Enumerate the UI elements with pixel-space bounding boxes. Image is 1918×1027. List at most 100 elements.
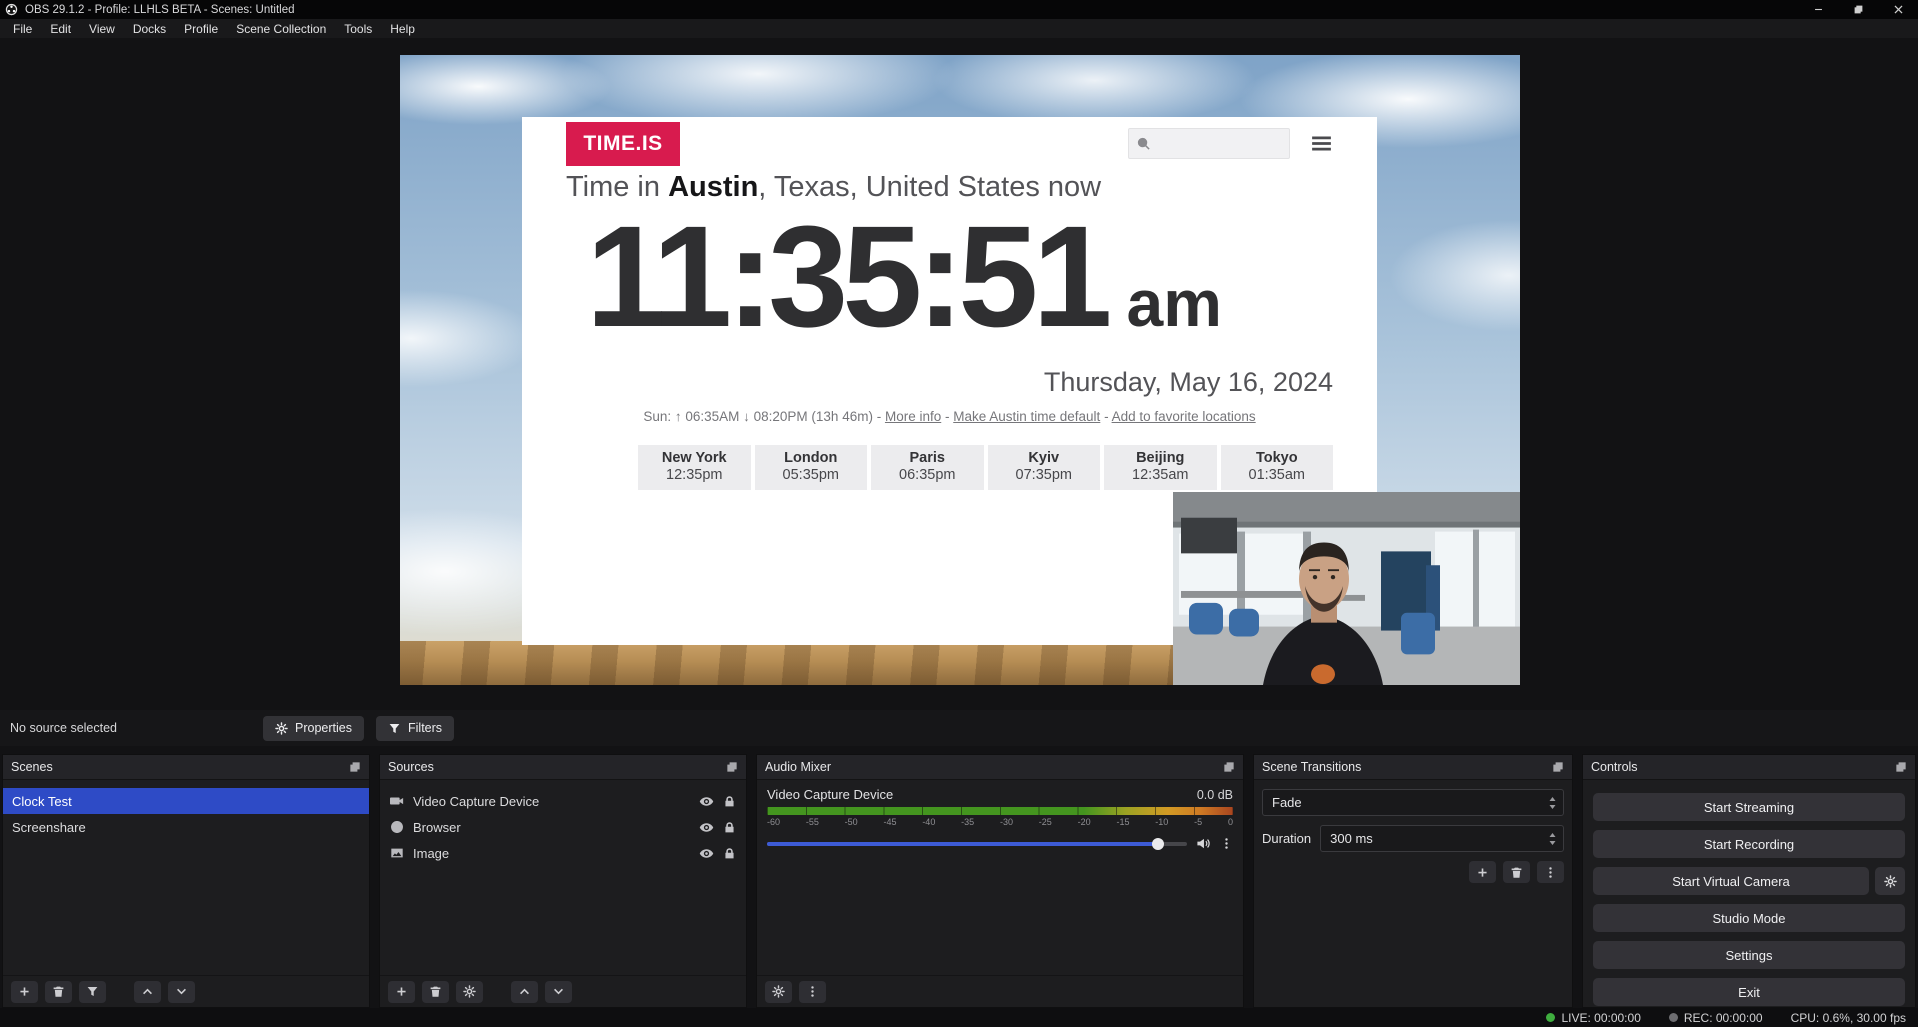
source-item-image[interactable]: Image — [380, 840, 746, 866]
scale-tick: -5 — [1194, 817, 1202, 827]
studio-mode-button[interactable]: Studio Mode — [1593, 904, 1905, 932]
city-name: Beijing — [1104, 450, 1217, 466]
dock-float-icon[interactable] — [726, 761, 738, 773]
source-properties-button[interactable] — [456, 981, 483, 1003]
live-status: LIVE: 00:00:00 — [1546, 1011, 1640, 1025]
dock-float-icon[interactable] — [1552, 761, 1564, 773]
scene-transitions-title: Scene Transitions — [1262, 760, 1361, 774]
volume-slider-handle[interactable] — [1152, 838, 1164, 850]
lock-icon[interactable] — [723, 847, 736, 860]
visibility-eye-icon[interactable] — [699, 846, 714, 861]
scale-tick: 0 — [1228, 817, 1233, 827]
transition-select[interactable]: Fade — [1262, 789, 1564, 816]
properties-label: Properties — [295, 721, 352, 735]
scene-item-screenshare[interactable]: Screenshare — [3, 814, 369, 840]
timeis-logo: TIME.IS — [566, 122, 680, 166]
transition-options-button[interactable] — [1537, 861, 1564, 883]
dock-float-icon[interactable] — [349, 761, 361, 773]
rec-timer: REC: 00:00:00 — [1684, 1011, 1763, 1025]
mixer-item-options-icon[interactable] — [1220, 837, 1233, 850]
start-streaming-button[interactable]: Start Streaming — [1593, 793, 1905, 821]
start-recording-button[interactable]: Start Recording — [1593, 830, 1905, 858]
mute-speaker-icon[interactable] — [1196, 836, 1211, 851]
remove-source-button[interactable] — [422, 981, 449, 1003]
menu-file[interactable]: File — [4, 22, 41, 36]
duration-input[interactable]: 300 ms — [1320, 825, 1564, 852]
visibility-eye-icon[interactable] — [699, 794, 714, 809]
scale-tick: -35 — [961, 817, 974, 827]
menu-scene-collection[interactable]: Scene Collection — [227, 22, 335, 36]
scene-label: Screenshare — [12, 820, 86, 835]
scene-transitions-body: Fade Duration 300 ms — [1254, 780, 1572, 1007]
scale-tick: -40 — [922, 817, 935, 827]
mixer-level-db: 0.0 dB — [1197, 788, 1233, 802]
city-card: Tokyo 01:35am — [1221, 445, 1334, 490]
transition-selected-value: Fade — [1272, 795, 1302, 810]
close-button[interactable] — [1878, 0, 1918, 19]
lock-icon[interactable] — [723, 821, 736, 834]
filters-button[interactable]: Filters — [376, 716, 454, 741]
program-canvas[interactable]: TIME.IS Time in Austin, Texas, United St… — [400, 55, 1520, 685]
source-label: Image — [413, 846, 690, 861]
minimize-button[interactable] — [1798, 0, 1838, 19]
hamburger-menu-icon — [1309, 131, 1334, 156]
source-item-browser[interactable]: Browser — [380, 814, 746, 840]
scene-filters-button[interactable] — [79, 981, 106, 1003]
scenes-panel: Scenes Clock Test Screenshare — [2, 754, 370, 1008]
move-scene-down-button[interactable] — [168, 981, 195, 1003]
city-card: Kyiv 07:35pm — [988, 445, 1101, 490]
scale-tick: -15 — [1116, 817, 1129, 827]
scale-tick: -10 — [1155, 817, 1168, 827]
remove-transition-button[interactable] — [1503, 861, 1530, 883]
city-name: New York — [638, 450, 751, 466]
menu-help[interactable]: Help — [381, 22, 424, 36]
live-indicator-icon — [1546, 1013, 1555, 1022]
search-icon — [1136, 136, 1151, 151]
add-transition-button[interactable] — [1469, 861, 1496, 883]
start-virtual-camera-button[interactable]: Start Virtual Camera — [1593, 867, 1869, 895]
mixer-options-button[interactable] — [799, 981, 826, 1003]
volume-slider[interactable] — [767, 842, 1187, 846]
exit-button[interactable]: Exit — [1593, 978, 1905, 1006]
spinner-arrows-icon[interactable] — [1548, 796, 1557, 810]
source-item-video-capture[interactable]: Video Capture Device — [380, 788, 746, 814]
scene-transitions-header: Scene Transitions — [1254, 755, 1572, 780]
timeis-search-box — [1128, 128, 1290, 159]
scale-tick: -25 — [1039, 817, 1052, 827]
add-scene-button[interactable] — [11, 981, 38, 1003]
favorite-link: Add to favorite locations — [1112, 409, 1256, 424]
settings-button[interactable]: Settings — [1593, 941, 1905, 969]
city-time: 01:35am — [1221, 467, 1334, 483]
properties-button[interactable]: Properties — [263, 716, 364, 741]
add-source-button[interactable] — [388, 981, 415, 1003]
spinner-arrows-icon[interactable] — [1548, 832, 1557, 846]
scenes-panel-header: Scenes — [3, 755, 369, 780]
menu-profile[interactable]: Profile — [175, 22, 227, 36]
move-scene-up-button[interactable] — [134, 981, 161, 1003]
virtual-camera-settings-button[interactable] — [1875, 867, 1905, 895]
sources-panel-title: Sources — [388, 760, 434, 774]
dock-float-icon[interactable] — [1895, 761, 1907, 773]
menu-tools[interactable]: Tools — [335, 22, 381, 36]
city-time: 06:35pm — [871, 467, 984, 483]
scale-tick: -45 — [883, 817, 896, 827]
clock: 11:35:51 am — [586, 205, 1337, 349]
meter-scale: -60 -55 -50 -45 -40 -35 -30 -25 -20 -15 … — [767, 817, 1233, 827]
remove-scene-button[interactable] — [45, 981, 72, 1003]
advanced-audio-properties-button[interactable] — [765, 981, 792, 1003]
restore-button[interactable] — [1838, 0, 1878, 19]
scene-item-clock-test[interactable]: Clock Test — [3, 788, 369, 814]
move-source-up-button[interactable] — [511, 981, 538, 1003]
lock-icon[interactable] — [723, 795, 736, 808]
move-source-down-button[interactable] — [545, 981, 572, 1003]
menu-edit[interactable]: Edit — [41, 22, 80, 36]
menu-view[interactable]: View — [80, 22, 124, 36]
city-card: Paris 06:35pm — [871, 445, 984, 490]
city-card: New York 12:35pm — [638, 445, 751, 490]
dock-float-icon[interactable] — [1223, 761, 1235, 773]
menu-docks[interactable]: Docks — [124, 22, 175, 36]
city-time: 07:35pm — [988, 467, 1101, 483]
rec-status: REC: 00:00:00 — [1669, 1011, 1763, 1025]
webcam-source — [1173, 492, 1520, 685]
visibility-eye-icon[interactable] — [699, 820, 714, 835]
